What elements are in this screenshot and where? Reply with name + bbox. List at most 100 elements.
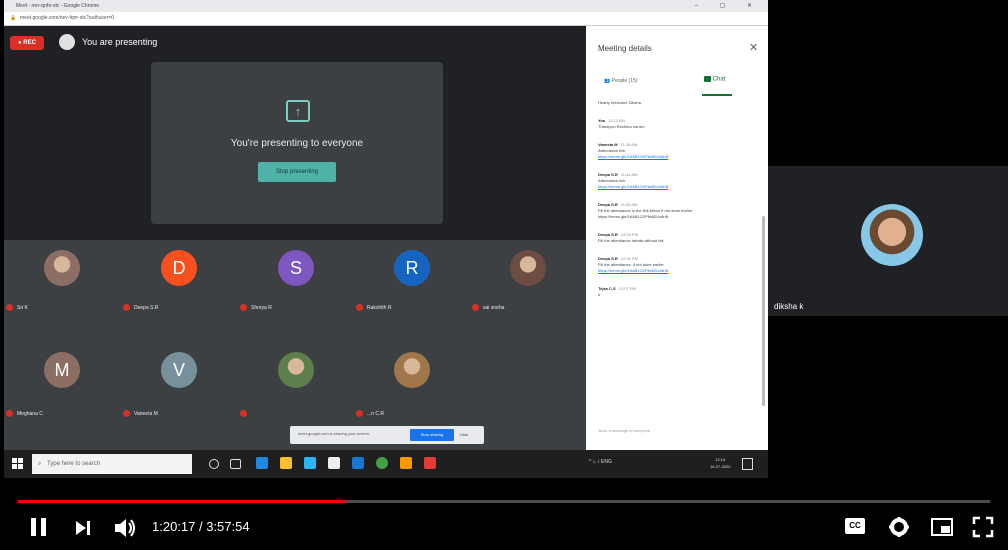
chat-body: Thankyou Reshma ma'am [598, 124, 645, 129]
participant-name: Meghana C [17, 410, 43, 417]
file-explorer-icon[interactable] [280, 457, 292, 469]
meeting-details-panel: Meeting details ✕ 👥 People (15) Chat Hea… [586, 26, 768, 450]
edge-icon[interactable] [256, 457, 268, 469]
stop-presenting-button[interactable]: Stop presenting [258, 162, 336, 182]
participant-name-tag: Rakshith R [356, 304, 391, 311]
chat-link[interactable]: https://forms.gle/1A6B1CEPfw82Ux8nB [598, 154, 756, 160]
participant-avatar [278, 352, 314, 388]
chat-time: 11:26 AM [620, 142, 638, 147]
browser-window: Meet - nev-qnhr-stc - Google Chrome – ▢ … [4, 0, 768, 478]
participant-name-tag: sai sneha [472, 304, 504, 311]
chat-message: Deepa S.R 12:04 PM Fill the attendance det… [598, 232, 756, 244]
notification-icon[interactable] [742, 458, 753, 470]
chat-time: 11:50 AM [620, 202, 638, 207]
chat-body: k [598, 292, 600, 297]
panel-title: Meeting details [598, 44, 652, 53]
windows-start-icon[interactable] [12, 458, 23, 469]
tab-chat-label: Chat [712, 76, 726, 83]
app-icon-2[interactable] [400, 457, 412, 469]
participant-name: Deepa S.R [134, 304, 159, 311]
clock-time: 12:14 [715, 457, 726, 462]
chat-time: 12:01 PM [620, 256, 638, 261]
powerpoint-icon[interactable] [424, 457, 436, 469]
chat-message: Deepa S.R 11:44 AM Attendance link https://… [598, 172, 756, 190]
mic-off-icon [240, 410, 247, 417]
avatar [59, 34, 75, 50]
window-controls[interactable]: – ▢ ✕ [695, 0, 762, 12]
participant-avatar: D [161, 250, 197, 286]
chat-time: 12:04 PM [620, 232, 638, 237]
word-icon[interactable] [352, 457, 364, 469]
window-title: Meet - nev-qnhr-stc - Google Chrome [16, 3, 100, 9]
task-view-icon[interactable] [230, 459, 241, 469]
system-tray[interactable]: ^ ⌂ ♪ ENG [589, 459, 612, 465]
settings-icon[interactable] [888, 516, 910, 538]
progress-played [18, 500, 346, 503]
present-to-all-icon: ↑ [286, 100, 310, 122]
participant-tile: diksha k [768, 166, 1008, 316]
meet-stage: ● REC You are presenting ↑ You're presen… [4, 26, 586, 450]
participant-avatar [510, 250, 546, 286]
chat-message: You 11:22 AM Thankyou Reshma ma'am [598, 118, 756, 130]
chrome-icon[interactable] [376, 457, 388, 469]
chat-list: Hearty Welcome Diksha You 11:22 AM Thankyou… [598, 100, 756, 310]
participant-name-tag: Vaneeta M [123, 410, 158, 417]
next-icon[interactable] [74, 519, 92, 537]
participant-name-tag: ...n C.R [356, 410, 384, 417]
presenting-label: You are presenting [82, 37, 158, 47]
title-bar: Meet - nev-qnhr-stc - Google Chrome – ▢ … [4, 0, 768, 12]
active-tab-indicator [702, 94, 732, 96]
chat-link[interactable]: https://forms.gle/1A6B1CEPfw82Ux8nB [598, 268, 756, 274]
participant-name: Vaneeta M [134, 410, 158, 417]
screen-share-bar: meet.google.com is sharing your screen. … [290, 426, 484, 444]
miniplayer-icon[interactable] [930, 517, 954, 537]
clock-date: 16-07-2020 [710, 464, 731, 469]
chat-sender: Deepa S.R [598, 172, 618, 177]
player-controls: 1:20:17 / 3:57:54 CC [0, 506, 1008, 550]
participant-name: diksha k [774, 302, 804, 311]
stop-sharing-button[interactable]: Stop sharing [410, 429, 454, 441]
address-text[interactable]: meet.google.com/nev-fqnr-stc?authuser=0 [20, 12, 114, 25]
participant-avatar [44, 250, 80, 286]
chat-message: Tejas C.S 12:07 PM k [598, 286, 756, 298]
chat-time: 11:44 AM [620, 172, 638, 177]
chat-sender: Deepa S.R [598, 202, 618, 207]
chat-message: Deepa S.R 11:50 AM Fill the attendance in … [598, 202, 756, 220]
chat-link[interactable]: https://forms.gle/1A6B1CEPfw82Ux8nB [598, 184, 756, 190]
participant-avatar: V [161, 352, 197, 388]
taskbar-search-input[interactable]: ⌕ Type here to search [32, 454, 192, 474]
participant-name: Shreya R [251, 304, 272, 311]
scrollbar[interactable] [762, 216, 765, 406]
share-bar-message: meet.google.com is sharing your screen. [298, 431, 371, 436]
taskbar-clock[interactable]: 12:14 16-07-2020 [710, 456, 730, 470]
participant-name: Sri K [17, 304, 28, 311]
chat-sender: Tejas C.S [598, 286, 616, 291]
tab-chat[interactable]: Chat [704, 76, 725, 83]
fullscreen-icon[interactable] [972, 516, 994, 538]
hide-button[interactable]: Hide [460, 429, 468, 441]
tab-people[interactable]: 👥 People (15) [604, 78, 637, 84]
chat-input[interactable]: Send a message to everyone [598, 428, 650, 433]
app-icon[interactable] [328, 457, 340, 469]
cortana-icon[interactable] [209, 459, 219, 469]
chat-sender: You [598, 118, 606, 123]
mic-off-icon [123, 304, 130, 311]
participant-avatar: R [394, 250, 430, 286]
close-icon[interactable]: ✕ [749, 41, 758, 54]
presenting-card: ↑ You're presenting to everyone Stop pre… [151, 62, 443, 224]
participant-name: Rakshith R [367, 304, 392, 311]
store-icon[interactable] [304, 457, 316, 469]
windows-taskbar: ⌕ Type here to search ^ ⌂ ♪ ENG 12:14 16… [4, 450, 768, 478]
participant-avatar: S [278, 250, 314, 286]
mic-off-icon [240, 304, 247, 311]
address-bar[interactable]: 🔒 meet.google.com/nev-fqnr-stc?authuser=… [4, 12, 768, 26]
volume-icon[interactable] [113, 517, 137, 539]
participant-avatar: M [44, 352, 80, 388]
tab-people-label: People (15) [611, 78, 638, 84]
cc-icon[interactable]: CC [845, 518, 865, 534]
pause-icon[interactable] [28, 516, 50, 538]
participant-name-tag: Shreya R [240, 304, 272, 311]
participant-name: ...n C.R [367, 410, 384, 417]
lock-icon: 🔒 [10, 15, 17, 21]
mic-off-icon [472, 304, 479, 311]
